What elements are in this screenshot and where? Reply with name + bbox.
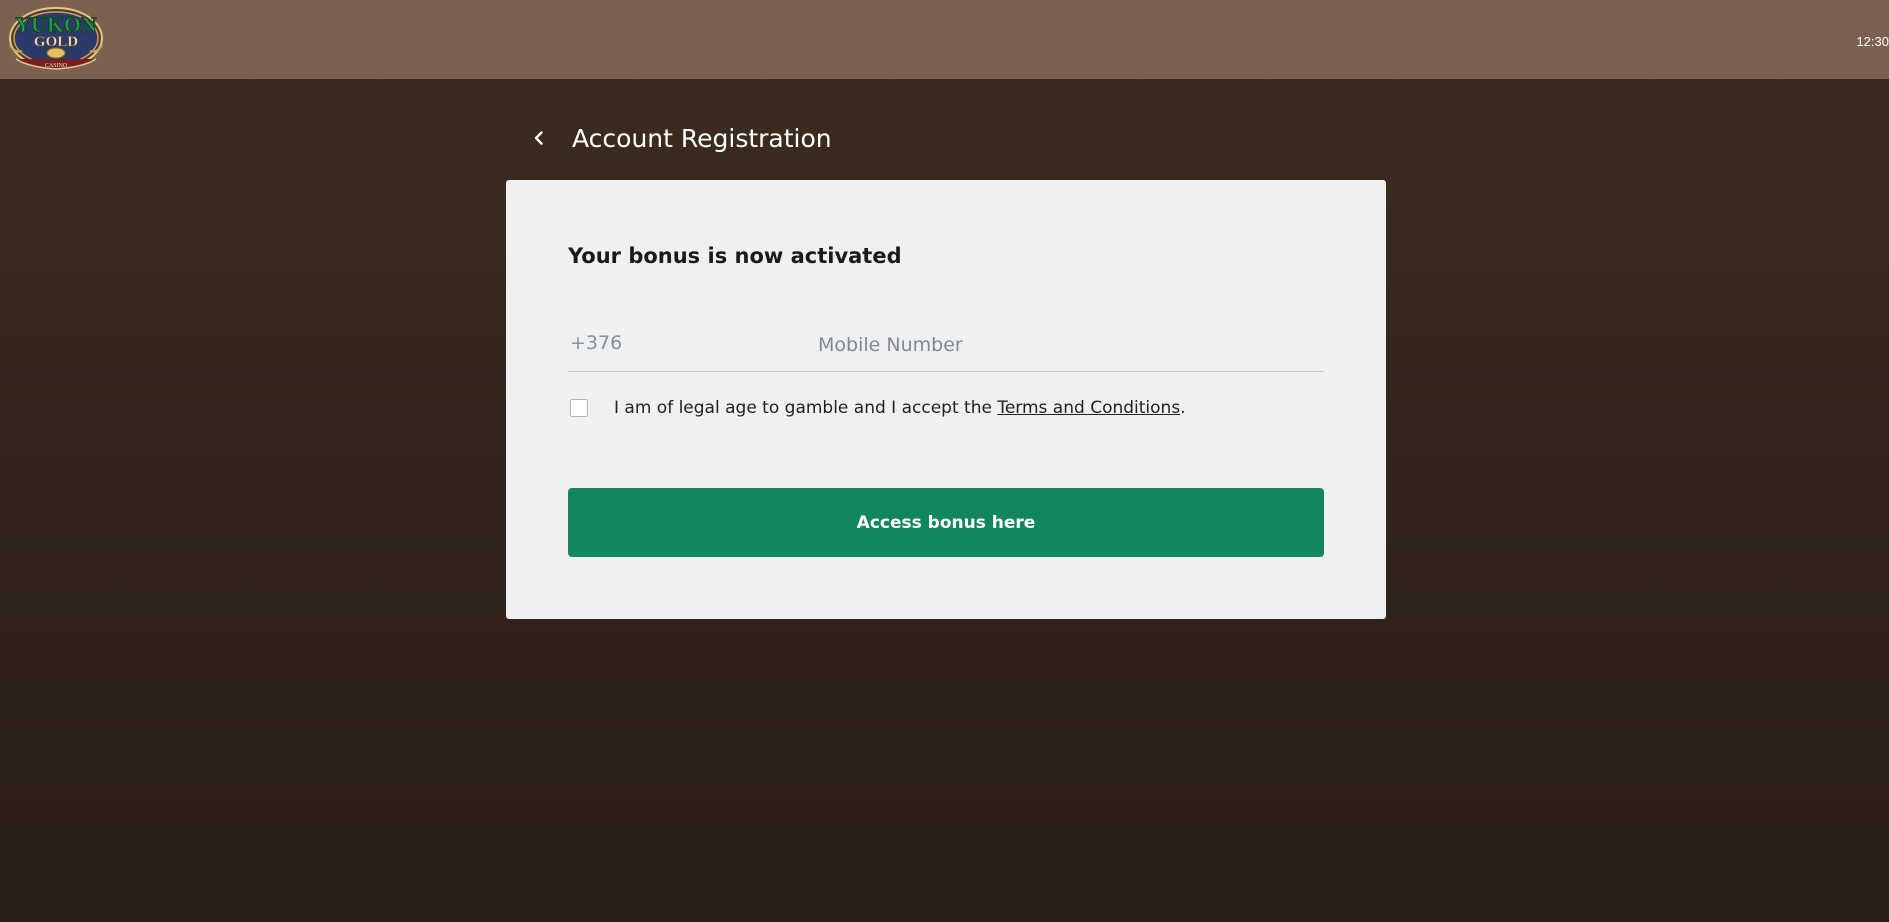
page-header: Account Registration bbox=[528, 118, 832, 158]
clock: 12:30 bbox=[1856, 34, 1889, 49]
consent-label: I am of legal age to gamble and I accept… bbox=[614, 398, 1186, 418]
legal-age-checkbox[interactable] bbox=[570, 399, 588, 417]
logo-text-casino: CASINO bbox=[45, 63, 68, 69]
consent-text: I am of legal age to gamble and I accept… bbox=[614, 398, 998, 418]
logo-emblem-icon: YUKON GOLD CASINO bbox=[9, 7, 103, 70]
mobile-number-input[interactable] bbox=[818, 323, 1318, 369]
consent-period: . bbox=[1180, 398, 1186, 418]
consent-row: I am of legal age to gamble and I accept… bbox=[570, 398, 1186, 418]
page-title: Account Registration bbox=[572, 123, 832, 153]
country-code-selector[interactable]: +376 bbox=[570, 332, 622, 354]
bonus-heading: Your bonus is now activated bbox=[568, 244, 902, 268]
top-bar: YUKON GOLD CASINO 12:30 bbox=[0, 0, 1889, 79]
registration-card: Your bonus is now activated +376 I am of… bbox=[506, 180, 1386, 619]
phone-field: +376 bbox=[568, 323, 1324, 372]
casino-logo[interactable]: YUKON GOLD CASINO bbox=[8, 5, 108, 73]
back-button[interactable] bbox=[528, 127, 550, 149]
chevron-left-icon bbox=[534, 131, 543, 145]
access-bonus-button[interactable]: Access bonus here bbox=[568, 488, 1324, 557]
terms-and-conditions-link[interactable]: Terms and Conditions bbox=[997, 398, 1180, 418]
